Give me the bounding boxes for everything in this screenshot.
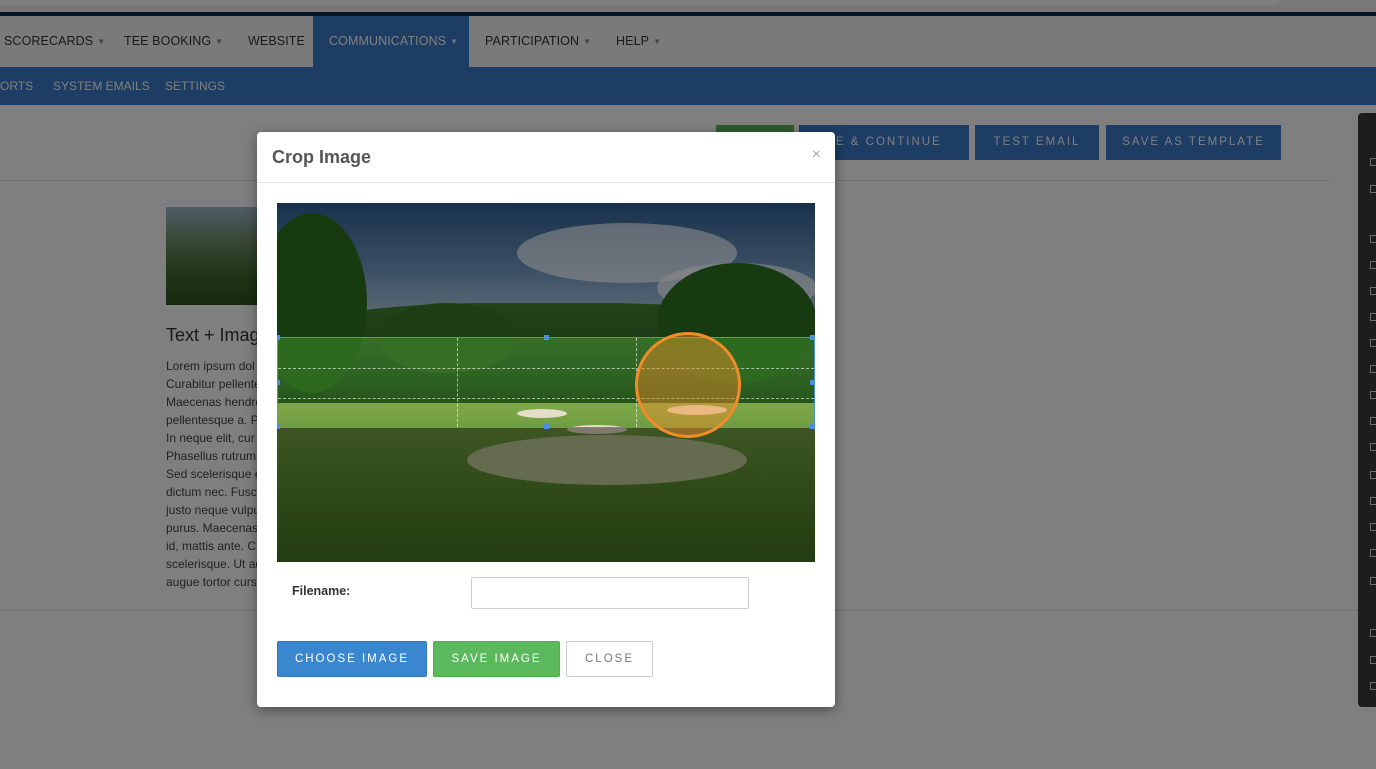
crop-dim-top [277, 203, 815, 337]
choose-image-button[interactable]: CHOOSE IMAGE [277, 641, 427, 677]
crop-canvas[interactable] [277, 203, 815, 562]
crop-handle-nw[interactable] [277, 335, 280, 340]
crop-image-modal: Crop Image × Filename: CHOOSE IMAGE SAVE… [257, 132, 835, 707]
crop-handle-se[interactable] [810, 424, 815, 429]
crop-dim-bottom [277, 428, 815, 562]
crop-grid-line [457, 338, 458, 427]
close-icon[interactable]: × [812, 146, 821, 164]
filename-label: Filename: [292, 584, 351, 598]
crop-handle-s[interactable] [544, 424, 549, 429]
filename-input[interactable] [471, 577, 749, 609]
crop-handle-sw[interactable] [277, 424, 280, 429]
modal-title: Crop Image [272, 147, 372, 167]
click-highlight-marker [635, 332, 741, 438]
modal-header-divider [257, 182, 835, 183]
crop-handle-w[interactable] [277, 380, 280, 385]
save-image-button[interactable]: SAVE IMAGE [433, 641, 560, 677]
close-button[interactable]: CLOSE [566, 641, 653, 677]
crop-handle-n[interactable] [544, 335, 549, 340]
crop-handle-ne[interactable] [810, 335, 815, 340]
crop-handle-e[interactable] [810, 380, 815, 385]
